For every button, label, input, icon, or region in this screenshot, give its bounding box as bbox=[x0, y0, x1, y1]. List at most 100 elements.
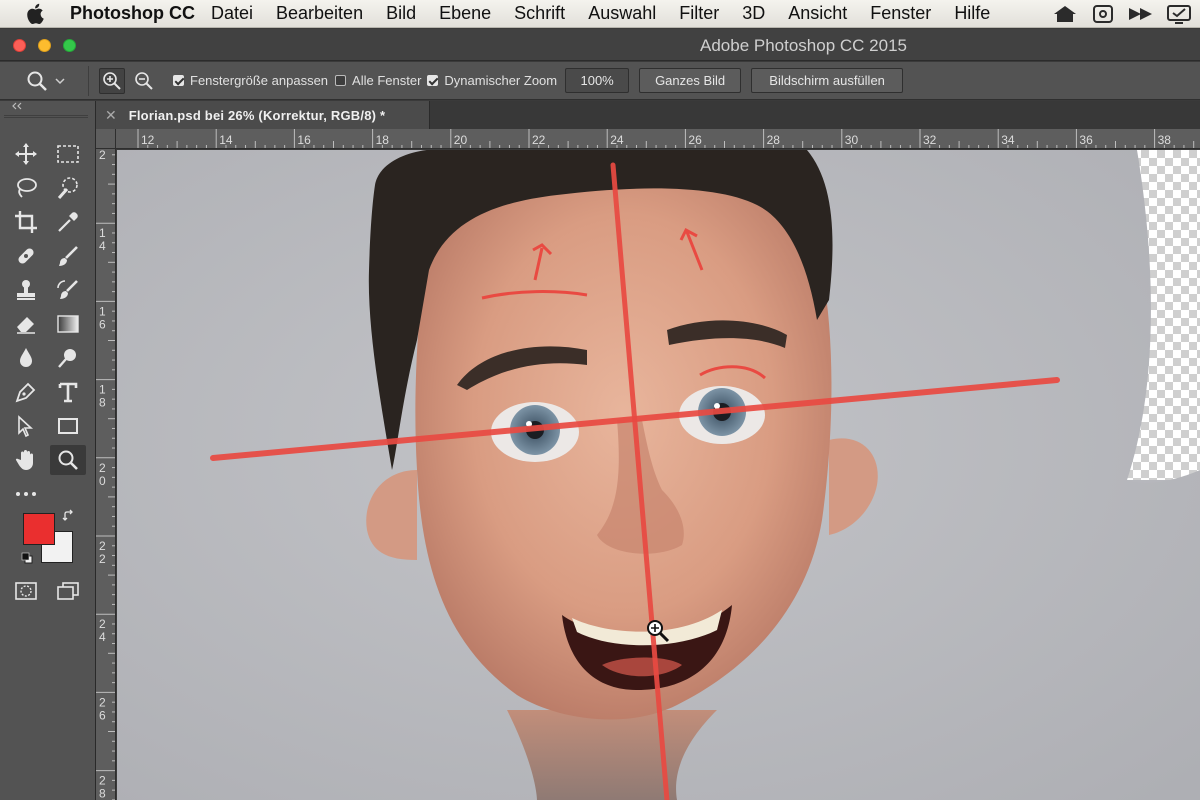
eyedropper-tool[interactable] bbox=[50, 207, 86, 237]
menu-hilfe[interactable]: Hilfe bbox=[954, 3, 990, 24]
ruler-label: 36 bbox=[1079, 133, 1093, 147]
close-tab-icon[interactable]: ✕ bbox=[105, 107, 117, 124]
menu-3d[interactable]: 3D bbox=[742, 3, 765, 24]
menu-filter[interactable]: Filter bbox=[679, 3, 719, 24]
zoom-out-icon bbox=[135, 71, 153, 90]
menu-bild[interactable]: Bild bbox=[386, 3, 416, 24]
quick-selection-tool[interactable] bbox=[50, 173, 86, 203]
healing-brush-tool[interactable] bbox=[8, 241, 44, 271]
screen-mode-button[interactable] bbox=[50, 576, 86, 606]
swap-colors-icon[interactable] bbox=[62, 509, 76, 523]
menu-schrift[interactable]: Schrift bbox=[514, 3, 565, 24]
ruler-label: 22 bbox=[532, 133, 546, 147]
vertical-ruler[interactable]: 21416182022242628 bbox=[96, 149, 116, 800]
panel-grip[interactable] bbox=[4, 115, 88, 118]
crop-tool[interactable] bbox=[8, 207, 44, 237]
lasso-icon bbox=[17, 178, 37, 198]
ruler-label: 38 bbox=[1158, 133, 1172, 147]
airplay-icon[interactable] bbox=[1088, 2, 1118, 26]
fast-forward-icon[interactable] bbox=[1126, 2, 1156, 26]
gradient-icon bbox=[57, 315, 79, 333]
quick-mask-icon bbox=[15, 582, 37, 600]
tool-options-bar: Fenstergröße anpassen Alle Fenster Dynam… bbox=[0, 62, 1200, 100]
ruler-label: 20 bbox=[454, 133, 468, 147]
ruler-label: 6 bbox=[99, 317, 106, 331]
rectangle-tool[interactable] bbox=[50, 411, 86, 441]
menu-ansicht[interactable]: Ansicht bbox=[788, 3, 847, 24]
more-tools-button[interactable] bbox=[8, 479, 44, 509]
checkbox-box bbox=[173, 75, 184, 86]
move-tool[interactable] bbox=[8, 139, 44, 169]
window-minimize-button[interactable] bbox=[38, 39, 51, 52]
all-windows-checkbox[interactable]: Alle Fenster bbox=[335, 73, 421, 88]
zoom-in-mode-button[interactable] bbox=[99, 67, 125, 94]
home-icon[interactable] bbox=[1050, 2, 1080, 26]
menu-fenster[interactable]: Fenster bbox=[870, 3, 931, 24]
foreground-color-swatch[interactable] bbox=[23, 513, 55, 545]
gradient-tool[interactable] bbox=[50, 309, 86, 339]
app-menu-photoshop[interactable]: Photoshop CC bbox=[70, 3, 195, 24]
ruler-label: 24 bbox=[610, 133, 624, 147]
crop-icon bbox=[15, 211, 37, 233]
dodge-icon bbox=[58, 349, 76, 368]
ruler-label: 2 bbox=[99, 552, 106, 566]
type-tool[interactable] bbox=[50, 377, 86, 407]
ruler-label: 4 bbox=[99, 239, 106, 253]
brush-icon bbox=[59, 246, 78, 266]
lasso-tool[interactable] bbox=[8, 173, 44, 203]
clone-stamp-tool[interactable] bbox=[8, 275, 44, 305]
ruler-label: 18 bbox=[376, 133, 390, 147]
clone-stamp-icon bbox=[17, 280, 35, 300]
ruler-label: 0 bbox=[99, 474, 106, 488]
checkbox-box bbox=[335, 75, 347, 86]
ruler-label: 2 bbox=[99, 774, 106, 788]
ruler-label: 2 bbox=[99, 461, 106, 475]
checkbox-box bbox=[427, 75, 439, 86]
scrubby-zoom-checkbox[interactable]: Dynamischer Zoom bbox=[427, 73, 557, 88]
zoom-in-icon bbox=[103, 71, 121, 90]
path-selection-tool[interactable] bbox=[8, 411, 44, 441]
ruler-label: 1 bbox=[99, 226, 106, 240]
hand-tool[interactable] bbox=[8, 445, 44, 475]
panel-collapse-icon[interactable] bbox=[10, 101, 24, 111]
ruler-label: 8 bbox=[99, 396, 106, 410]
display-icon[interactable] bbox=[1164, 2, 1194, 26]
window-zoom-button[interactable] bbox=[63, 39, 76, 52]
ruler-label: 30 bbox=[845, 133, 859, 147]
brush-tool[interactable] bbox=[50, 241, 86, 271]
quick-mask-button[interactable] bbox=[8, 576, 44, 606]
document-canvas[interactable] bbox=[117, 150, 1200, 800]
tool-preset-picker[interactable] bbox=[26, 70, 78, 92]
window-close-button[interactable] bbox=[13, 39, 26, 52]
history-brush-tool[interactable] bbox=[50, 275, 86, 305]
pen-icon bbox=[15, 382, 36, 403]
menu-bearbeiten[interactable]: Bearbeiten bbox=[276, 3, 363, 24]
blur-tool[interactable] bbox=[8, 343, 44, 373]
marquee-tool[interactable] bbox=[50, 139, 86, 169]
eraser-icon bbox=[17, 317, 35, 334]
menu-datei[interactable]: Datei bbox=[211, 3, 253, 24]
horizontal-ruler[interactable]: 12 14 16 18 20 22 24 26 28 30 32 34 36 38 bbox=[116, 129, 1200, 149]
zoom-out-mode-button[interactable] bbox=[131, 68, 157, 94]
blur-icon bbox=[20, 348, 32, 367]
scrubby-zoom-label: Dynamischer Zoom bbox=[444, 73, 558, 88]
eraser-tool[interactable] bbox=[8, 309, 44, 339]
fit-screen-button[interactable]: Ganzes Bild bbox=[639, 68, 742, 93]
pen-tool[interactable] bbox=[8, 377, 44, 407]
document-tab-bar: ✕ Florian.psd bei 26% (Korrektur, RGB/8)… bbox=[96, 101, 1200, 129]
zoom-tool[interactable] bbox=[50, 445, 86, 475]
menu-ebene[interactable]: Ebene bbox=[439, 3, 491, 24]
default-colors-icon[interactable] bbox=[20, 551, 34, 565]
ruler-label: 28 bbox=[767, 133, 781, 147]
dodge-tool[interactable] bbox=[50, 343, 86, 373]
zoom-percentage-field[interactable]: 100% bbox=[565, 68, 630, 93]
move-icon bbox=[15, 143, 37, 165]
menu-auswahl[interactable]: Auswahl bbox=[588, 3, 656, 24]
ruler-origin[interactable] bbox=[96, 129, 116, 149]
apple-menu-icon[interactable] bbox=[18, 0, 52, 28]
document-tab[interactable]: ✕ Florian.psd bei 26% (Korrektur, RGB/8)… bbox=[96, 101, 430, 129]
resize-windows-checkbox[interactable]: Fenstergröße anpassen bbox=[173, 73, 328, 88]
fill-screen-button[interactable]: Bildschirm ausfüllen bbox=[751, 68, 904, 93]
ruler-label: 4 bbox=[99, 630, 106, 644]
ruler-label: 2 bbox=[99, 149, 106, 162]
